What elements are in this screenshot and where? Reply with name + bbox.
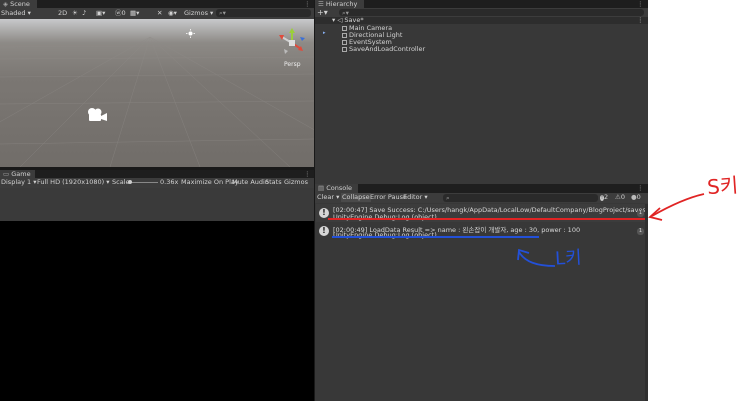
blue-underline [332, 236, 539, 238]
scene-visibility-arrow-icon[interactable]: ▸ [323, 30, 326, 36]
search-icon: ⌕▾ [219, 9, 226, 17]
l-key-annotation: L키 [554, 247, 583, 270]
error-count-toggle[interactable]: ●0 [631, 193, 641, 202]
console-tabbar: ▤ Console ⋮ [315, 184, 648, 193]
scene-root-row[interactable] [315, 17, 648, 24]
shading-dropdown[interactable]: Shaded ▾ [1, 9, 31, 18]
console-tab-label: Console [326, 184, 353, 192]
resolution-dropdown[interactable]: Full HD (1920x1080) ▾ [37, 178, 110, 187]
game-tab-icon: ▭ [3, 170, 12, 178]
hierarchy-tabbar: ☰ Hierarchy ⋮ [315, 0, 648, 8]
console-tab-icon: ▤ [318, 184, 327, 192]
log-count-badge: 1 [637, 210, 644, 217]
gameobject-icon [342, 32, 347, 38]
add-label: + [317, 8, 324, 17]
hierarchy-body: ▾ ◁ Save* ⋮ ▸ Main Camera Directional Li… [315, 17, 648, 184]
tab-console[interactable]: ▤ Console [315, 184, 358, 193]
game-gizmos-dropdown[interactable]: Gizmos [284, 178, 308, 187]
expand-arrow-icon[interactable]: ▾ [332, 16, 335, 24]
tab-hierarchy[interactable]: ☰ Hierarchy [315, 0, 364, 8]
hierarchy-tab-menu-icon[interactable]: ⋮ [637, 0, 644, 8]
resolution-label: Full HD (1920x1080) [37, 178, 105, 186]
s-key-annotation: S키 [706, 172, 740, 200]
collapse-toggle[interactable]: Collapse [341, 193, 371, 202]
hierarchy-tab-label: Hierarchy [325, 0, 358, 8]
audio-toggle-icon[interactable]: ♪ [82, 9, 86, 18]
gizmos-dropdown[interactable]: Gizmos ▾ [184, 9, 213, 18]
scene-name-label: Save* [344, 16, 364, 24]
editor-dropdown[interactable]: Editor ▾ [403, 193, 428, 202]
scene-root-item[interactable]: ▾ ◁ Save* [332, 17, 364, 24]
red-arrow-annotation [648, 193, 705, 221]
game-viewport[interactable] [0, 221, 314, 401]
grid-toggle-icon[interactable]: ▦▾ [130, 9, 139, 18]
scene-search-field[interactable]: ⌕▾ [216, 9, 311, 17]
error-pause-toggle[interactable]: Error Pause [370, 193, 407, 202]
gameobject-icon [342, 39, 347, 45]
hierarchy-item[interactable]: SaveAndLoadController [342, 46, 425, 53]
console-search-field[interactable]: ⌕ [443, 194, 598, 202]
game-tab-label: Game [11, 170, 31, 178]
hierarchy-tab-icon: ☰ [318, 0, 326, 8]
search-icon: ⌕ [446, 194, 450, 202]
info-icon: ! [319, 226, 329, 236]
gameobject-icon [342, 46, 347, 52]
scale-slider-handle[interactable] [128, 180, 132, 184]
camera-settings-icon[interactable]: ◉▾ [168, 9, 177, 18]
mute-audio-toggle[interactable]: Mute Audio [232, 178, 269, 187]
directional-light-gizmo-icon[interactable] [186, 29, 195, 38]
red-underline [328, 218, 648, 220]
scale-value: 0.36x [160, 178, 179, 186]
hidden-objects-icon[interactable]: ⓦ0 [115, 9, 126, 18]
persp-label[interactable]: Persp [284, 61, 301, 68]
stats-toggle[interactable]: Stats [265, 178, 282, 187]
scene-tab-label: Scene [10, 0, 30, 8]
hierarchy-toolbar: +▾ ⌕▾ [315, 8, 648, 17]
shading-label: Shaded [1, 9, 26, 17]
game-top-band [0, 188, 314, 221]
toggle-2d-button[interactable]: 2D [58, 9, 67, 18]
log-count-badge: 1 [637, 228, 644, 235]
orientation-gizmo[interactable] [276, 27, 308, 59]
gizmos-label: Gizmos [184, 9, 208, 17]
tab-game[interactable]: ▭ Game [0, 170, 35, 178]
unity-scene-icon: ◁ [337, 16, 343, 24]
log-count-toggle[interactable]: !2 [600, 193, 608, 202]
scene-tab-menu-icon[interactable]: ⋮ [304, 0, 311, 8]
scale-label: Scale [112, 178, 130, 186]
display-label: Display 1 [1, 178, 32, 186]
scene-tabbar: ◈ Scene ⋮ [0, 0, 314, 8]
tools-icon[interactable]: ✕ [157, 9, 162, 18]
clear-button[interactable]: Clear ▾ [317, 193, 339, 202]
warning-count-toggle[interactable]: ⚠0 [615, 193, 625, 202]
scale-slider[interactable] [128, 180, 158, 184]
scene-menu-icon[interactable]: ⋮ [637, 17, 644, 24]
info-icon: ! [319, 208, 329, 218]
maximize-on-play-toggle[interactable]: Maximize On Play [181, 178, 239, 187]
scene-viewport[interactable]: Persp [0, 19, 314, 167]
console-tab-menu-icon[interactable]: ⋮ [637, 184, 644, 193]
scene-toolbar: Shaded ▾ 2D ☀ ♪ ▣▾ ⓦ0 ▦▾ ✕ ◉▾ Gizmos ▾ ⌕… [0, 8, 314, 19]
camera-gizmo-icon[interactable] [86, 107, 108, 123]
game-tabbar: ▭ Game ⋮ [0, 170, 314, 178]
game-toolbar: Display 1 ▾ Full HD (1920x1080) ▾ Scale … [0, 178, 314, 188]
tab-scene[interactable]: ◈ Scene [0, 0, 37, 8]
lighting-toggle-icon[interactable]: ☀ [72, 9, 78, 18]
add-object-button[interactable]: +▾ [317, 8, 328, 17]
game-tab-menu-icon[interactable]: ⋮ [304, 170, 311, 178]
console-toolbar: Clear ▾ Collapse Error Pause Editor ▾ ⌕ … [315, 193, 648, 203]
scene-grid-lines [0, 36, 314, 167]
display-dropdown[interactable]: Display 1 ▾ [1, 178, 37, 187]
effects-dropdown-icon[interactable]: ▣▾ [96, 9, 105, 18]
chevron-down-icon: ▾ [27, 9, 31, 17]
gameobject-icon [342, 25, 347, 31]
hierarchy-search-field[interactable]: ⌕▾ [339, 9, 644, 17]
